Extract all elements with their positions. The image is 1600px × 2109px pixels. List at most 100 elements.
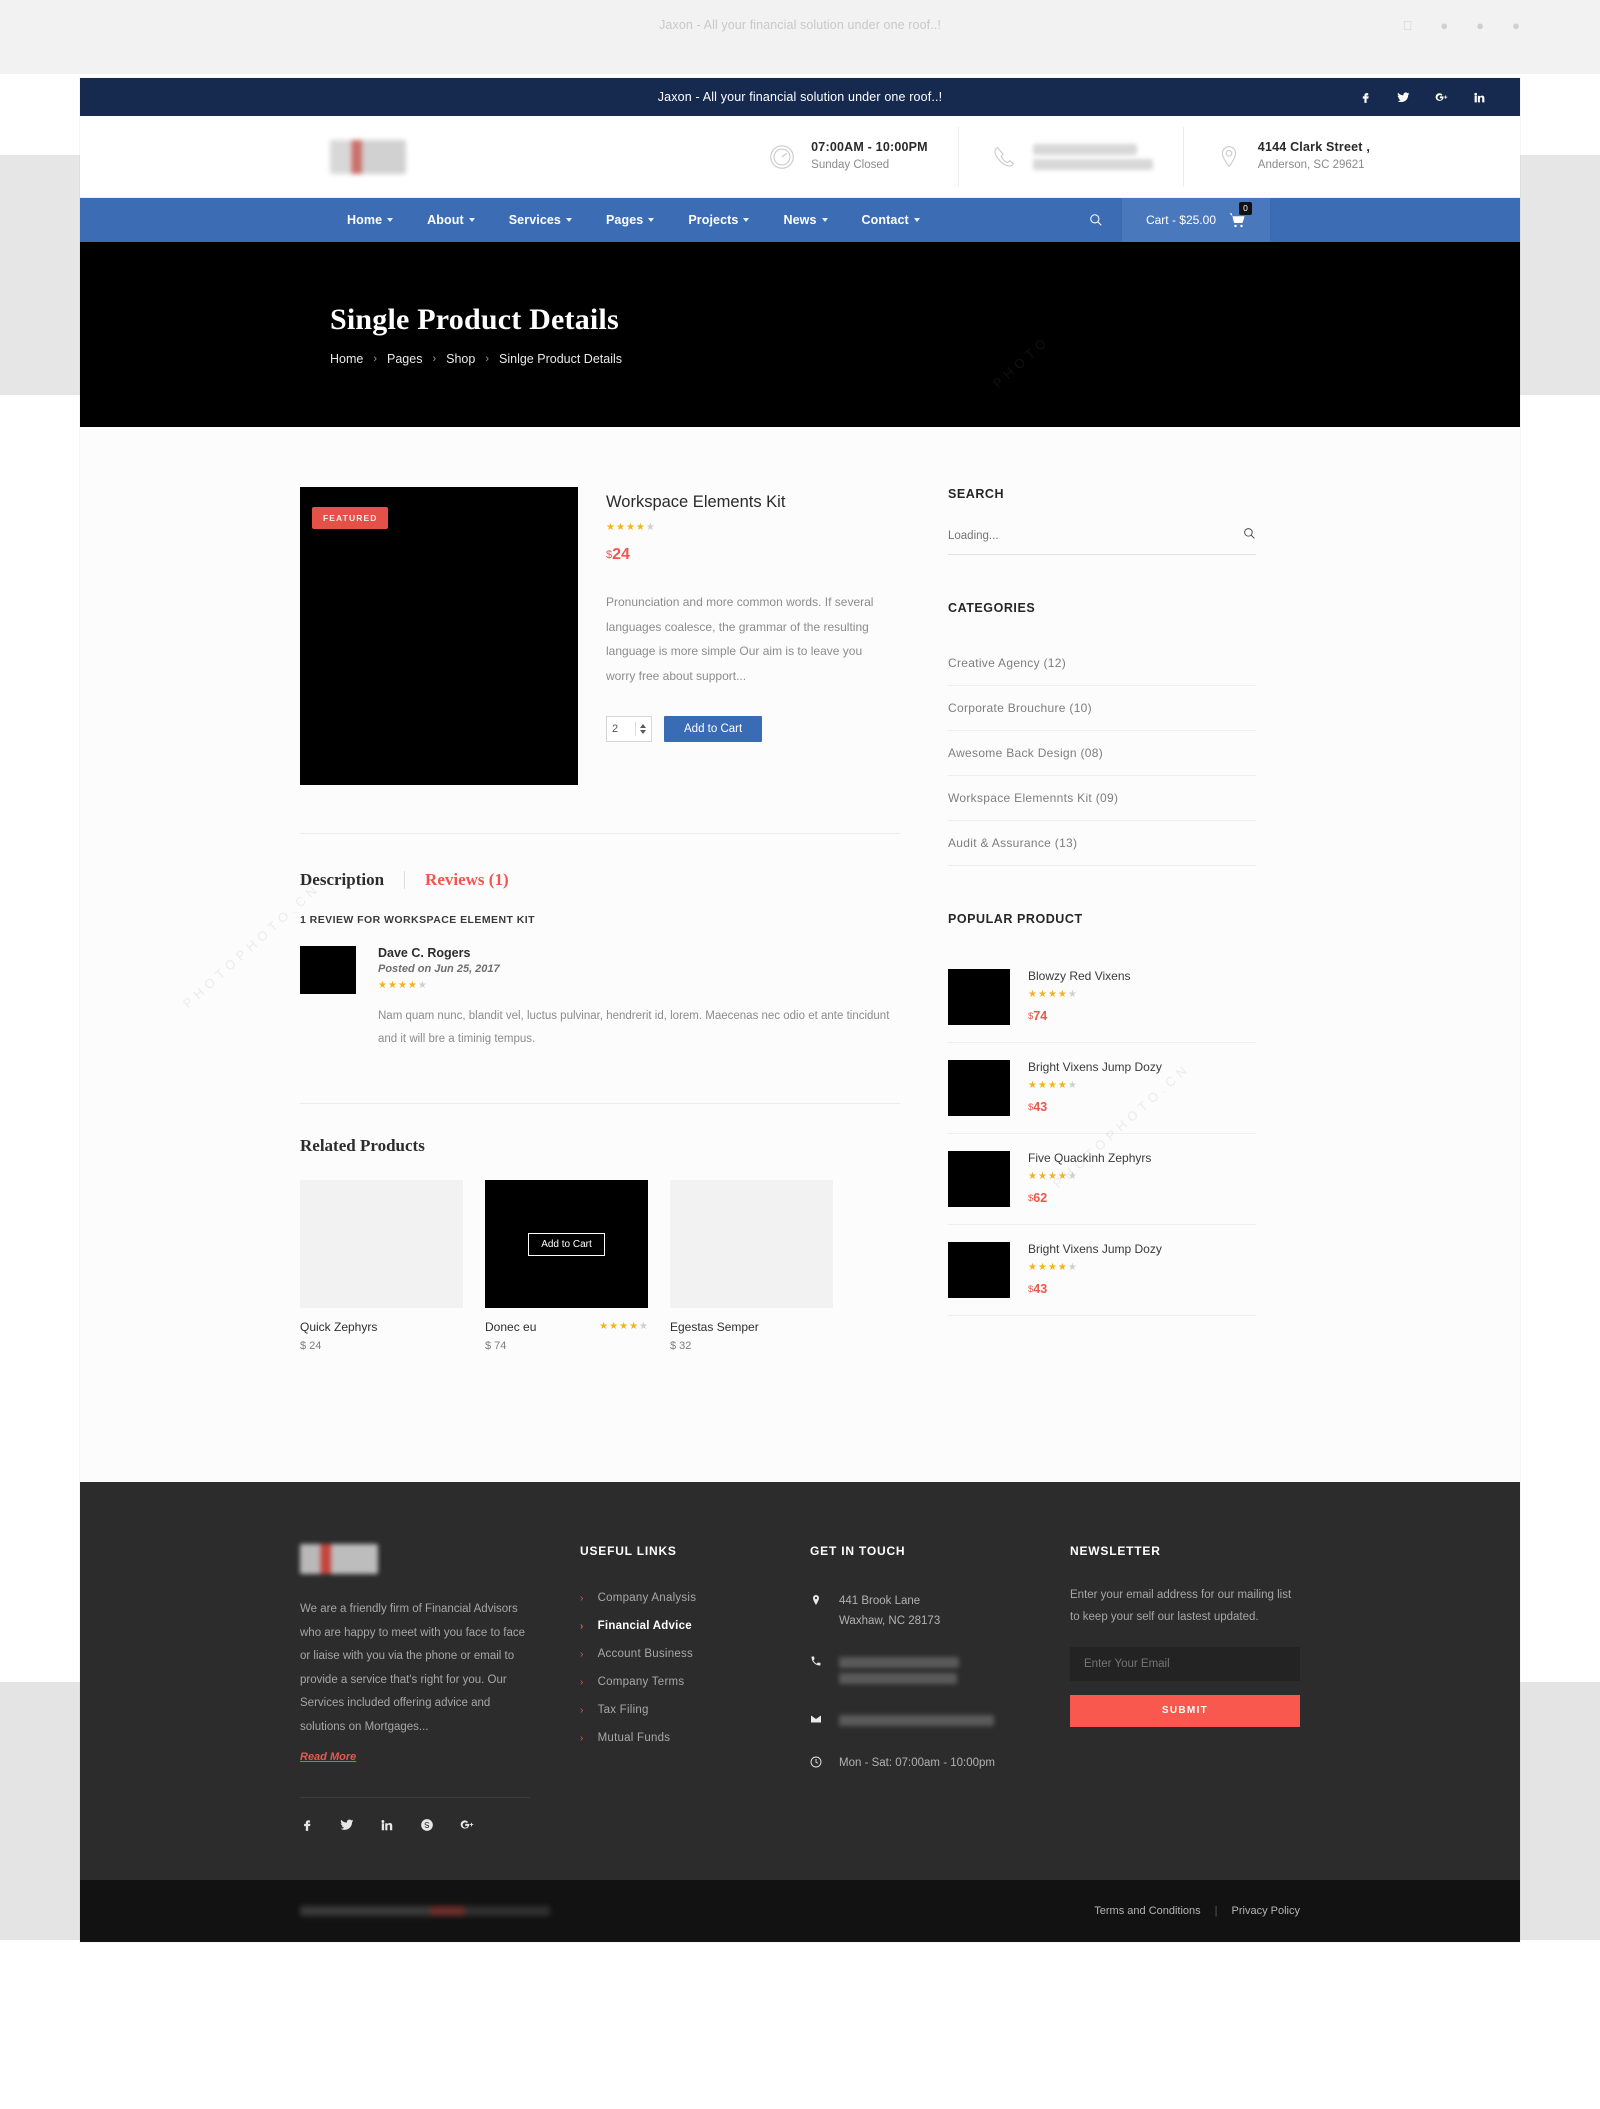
popular-product-item[interactable]: Blowzy Red Vixens ★ ★ ★ ★ ★ $74 bbox=[948, 952, 1256, 1043]
related-product-price: $ 24 bbox=[300, 1340, 322, 1352]
popular-product-name: Bright Vixens Jump Dozy bbox=[1028, 1060, 1162, 1074]
search-input[interactable] bbox=[948, 530, 1243, 542]
chevron-right-icon: › bbox=[580, 1648, 584, 1660]
star-icon: ★ bbox=[606, 522, 615, 533]
add-to-cart-button[interactable]: Add to Cart bbox=[664, 716, 763, 743]
phone-icon bbox=[989, 142, 1019, 172]
footer-contact-column: GET IN TOUCH 441 Brook Lane Waxhaw, NC 2… bbox=[810, 1544, 1070, 1832]
footer-link-tax-filing[interactable]: › Tax Filing bbox=[580, 1696, 810, 1724]
linkedin-icon[interactable] bbox=[380, 1818, 394, 1832]
footer-link-company-terms[interactable]: › Company Terms bbox=[580, 1668, 810, 1696]
footer-link-mutual-funds[interactable]: › Mutual Funds bbox=[580, 1724, 810, 1752]
category-item[interactable]: Creative Agency (12) bbox=[948, 641, 1256, 686]
star-icon: ★ bbox=[1028, 1262, 1037, 1273]
related-product-rating-stars: ★ ★ ★ ★ ★ bbox=[599, 1322, 648, 1332]
related-product-card[interactable]: Quick Zephyrs $ 24 bbox=[300, 1180, 463, 1352]
facebook-icon[interactable] bbox=[300, 1818, 314, 1832]
nav-item-services[interactable]: Services bbox=[492, 198, 589, 242]
category-item[interactable]: Audit & Assurance (13) bbox=[948, 821, 1256, 866]
google-plus-icon[interactable] bbox=[460, 1818, 474, 1832]
read-more-link[interactable]: Read More bbox=[300, 1751, 356, 1763]
related-add-to-cart-button[interactable]: Add to Cart bbox=[528, 1232, 605, 1256]
related-product-image[interactable] bbox=[300, 1180, 463, 1308]
search-toggle-button[interactable] bbox=[1070, 198, 1122, 242]
star-icon: ★ bbox=[1028, 1080, 1037, 1091]
newsletter-email-input[interactable] bbox=[1070, 1646, 1300, 1681]
search-icon bbox=[1090, 214, 1102, 226]
star-icon: ★ bbox=[387, 980, 397, 991]
popular-product-item[interactable]: Five Quackinh Zephyrs ★ ★ ★ ★ ★ $62 bbox=[948, 1134, 1256, 1225]
star-icon: ★ bbox=[615, 522, 625, 533]
star-icon: ★ bbox=[609, 1321, 619, 1332]
sidebar-categories-widget: CATEGORIES Creative Agency (12) Corporat… bbox=[948, 601, 1256, 866]
star-icon-empty: ★ bbox=[1067, 1080, 1077, 1091]
search-icon[interactable] bbox=[1243, 527, 1256, 545]
footer-link-company-analysis[interactable]: › Company Analysis bbox=[580, 1584, 810, 1612]
popular-product-name: Five Quackinh Zephyrs bbox=[1028, 1151, 1152, 1165]
footer-link-label: Company Analysis bbox=[597, 1592, 697, 1604]
product-tabs-section: Description Reviews (1) 1 REVIEW FOR WOR… bbox=[300, 833, 900, 1051]
footer-links-title: USEFUL LINKS bbox=[580, 1544, 677, 1558]
sidebar-popular-title: POPULAR PRODUCT bbox=[948, 912, 1083, 926]
category-item[interactable]: Corporate Brouchure (10) bbox=[948, 686, 1256, 731]
star-icon: ★ bbox=[599, 1321, 609, 1332]
skype-icon[interactable] bbox=[420, 1818, 434, 1832]
site-logo[interactable] bbox=[80, 139, 410, 174]
newsletter-submit-button[interactable]: SUBMIT bbox=[1070, 1694, 1300, 1727]
terms-link[interactable]: Terms and Conditions bbox=[1094, 1905, 1200, 1917]
quantity-spinner[interactable] bbox=[640, 724, 646, 735]
star-icon: ★ bbox=[629, 1321, 639, 1332]
related-product-name: Egestas Semper bbox=[670, 1320, 759, 1334]
category-item[interactable]: Workspace Elemennts Kit (09) bbox=[948, 776, 1256, 821]
footer-bottom-links: Terms and Conditions | Privacy Policy bbox=[1094, 1905, 1300, 1917]
footer-link-label: Account Business bbox=[597, 1648, 694, 1660]
twitter-icon[interactable] bbox=[340, 1818, 354, 1832]
clock-icon bbox=[767, 142, 797, 172]
top-bar: Jaxon - All your financial solution unde… bbox=[80, 78, 1520, 116]
link-separator: | bbox=[1214, 1905, 1218, 1918]
nav-item-home[interactable]: Home bbox=[330, 198, 410, 242]
related-product-image[interactable] bbox=[670, 1180, 833, 1308]
nav-right-group: Cart - $25.00 0 bbox=[1070, 198, 1520, 242]
star-icon-empty: ★ bbox=[1067, 989, 1077, 1000]
nav-item-projects[interactable]: Projects bbox=[671, 198, 766, 242]
nav-item-news[interactable]: News bbox=[766, 198, 844, 242]
footer-link-financial-advice[interactable]: › Financial Advice bbox=[580, 1612, 810, 1640]
related-products-grid: Quick Zephyrs $ 24 Add to Cart Donec eu bbox=[300, 1180, 900, 1352]
tab-divider bbox=[404, 871, 406, 889]
related-product-card[interactable]: Egestas Semper $ 32 bbox=[670, 1180, 833, 1352]
chevron-down-icon[interactable] bbox=[640, 730, 646, 735]
header-address-primary: 4144 Clark Street , bbox=[1257, 139, 1370, 154]
nav-item-pages[interactable]: Pages bbox=[589, 198, 671, 242]
related-product-image[interactable]: Add to Cart bbox=[485, 1180, 648, 1308]
footer-logo[interactable] bbox=[300, 1544, 378, 1574]
page-hero: Single Product Details Home › Pages › Sh… bbox=[80, 242, 1520, 427]
star-icon: ★ bbox=[1037, 1262, 1047, 1273]
star-icon: ★ bbox=[1037, 989, 1047, 1000]
star-icon: ★ bbox=[1028, 989, 1037, 1000]
category-item[interactable]: Awesome Back Design (08) bbox=[948, 731, 1256, 776]
footer-link-account-business[interactable]: › Account Business bbox=[580, 1640, 810, 1668]
breadcrumb-separator-icon: › bbox=[485, 353, 490, 365]
cart-label: Cart - $25.00 bbox=[1145, 213, 1216, 227]
quantity-stepper[interactable]: 2 bbox=[606, 716, 652, 743]
breadcrumb-item-shop[interactable]: Shop bbox=[446, 352, 475, 366]
breadcrumb-item-pages[interactable]: Pages bbox=[387, 352, 422, 366]
related-product-card[interactable]: Add to Cart Donec eu ★ ★ ★ ★ ★ $ 74 bbox=[485, 1180, 648, 1352]
popular-product-item[interactable]: Bright Vixens Jump Dozy ★ ★ ★ ★ ★ $43 bbox=[948, 1043, 1256, 1134]
footer-link-label: Company Terms bbox=[597, 1676, 685, 1688]
breadcrumb-item-home[interactable]: Home bbox=[330, 352, 363, 366]
privacy-link[interactable]: Privacy Policy bbox=[1232, 1905, 1300, 1917]
product-image[interactable]: FEATURED bbox=[300, 487, 578, 785]
popular-product-price: $62 bbox=[1028, 1191, 1151, 1205]
nav-item-about[interactable]: About bbox=[410, 198, 492, 242]
star-icon-empty: ★ bbox=[417, 980, 427, 991]
tab-reviews[interactable]: Reviews (1) bbox=[425, 870, 509, 890]
cart-button[interactable]: Cart - $25.00 0 bbox=[1121, 198, 1270, 242]
nav-item-contact[interactable]: Contact bbox=[845, 198, 937, 242]
reviews-heading: 1 REVIEW FOR WORKSPACE ELEMENT KIT bbox=[300, 914, 536, 926]
tab-description[interactable]: Description bbox=[300, 870, 384, 890]
popular-product-item[interactable]: Bright Vixens Jump Dozy ★ ★ ★ ★ ★ $43 bbox=[948, 1225, 1256, 1316]
chevron-up-icon[interactable] bbox=[640, 724, 646, 729]
header-address-secondary: Anderson, SC 29621 bbox=[1257, 159, 1365, 172]
